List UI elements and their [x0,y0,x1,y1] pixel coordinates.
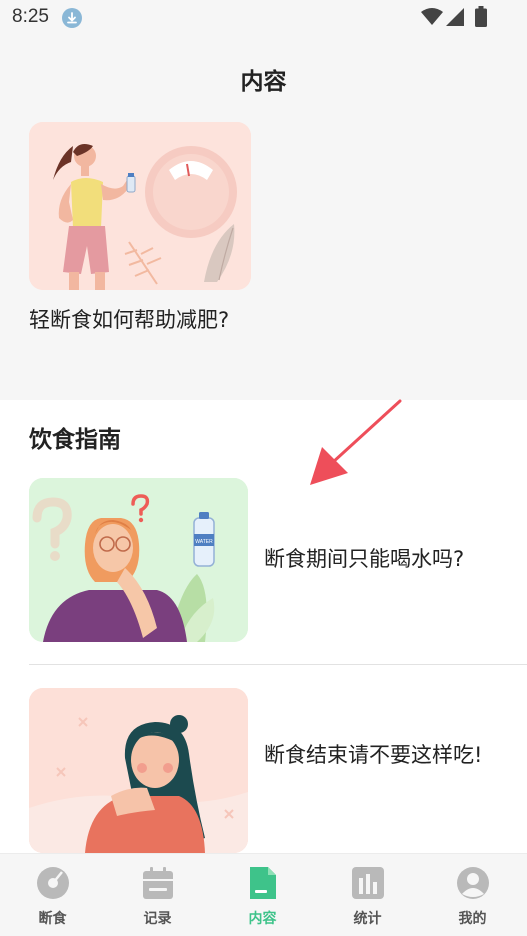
tab-label: 记录 [143,911,172,927]
bottle-label: WATER [195,539,213,545]
featured-section: 内容 轻断食如何帮助减肥? [0,36,527,400]
list-item[interactable]: WATER 断食期间只能喝水吗? [0,478,527,648]
download-icon [62,8,82,28]
battery-icon [475,6,487,27]
tab-label: 断食 [38,911,67,927]
featured-article-card[interactable] [29,122,251,290]
tab-mine[interactable]: 我的 [420,854,525,936]
featured-article-title[interactable]: 轻断食如何帮助减肥? [29,304,239,336]
tab-label: 内容 [248,911,277,927]
bottom-tab-bar: 断食 记录 内容 统计 我的 [0,853,527,936]
bar-chart-icon [352,867,384,899]
tab-label: 统计 [353,911,382,927]
diet-guide-heading: 饮食指南 [29,427,121,453]
tab-records[interactable]: 记录 [105,854,210,936]
calendar-icon [143,867,173,899]
article-thumbnail [29,688,248,853]
list-item[interactable]: 断食结束请不要这样吃! [0,688,527,853]
tab-fasting[interactable]: 断食 [0,854,105,936]
status-time: 8:25 [12,6,49,27]
tab-content[interactable]: 内容 [210,854,315,936]
fasting-disc-icon [37,867,69,899]
tab-stats[interactable]: 统计 [315,854,420,936]
page-title: 内容 [240,69,287,95]
article-thumbnail: WATER [29,478,248,642]
thinking-woman-illustration: WATER [29,478,248,642]
signal-icon [446,8,464,26]
divider [29,664,527,665]
document-icon [250,867,276,899]
status-bar: 8:25 [0,0,527,36]
weight-loss-illustration [29,122,251,290]
article-title: 断食结束请不要这样吃! [264,743,483,767]
woman-portrait-illustration [29,688,248,853]
tab-label: 我的 [458,911,487,927]
profile-icon [457,867,489,899]
article-title: 断食期间只能喝水吗? [264,547,465,571]
wifi-icon [421,8,443,25]
